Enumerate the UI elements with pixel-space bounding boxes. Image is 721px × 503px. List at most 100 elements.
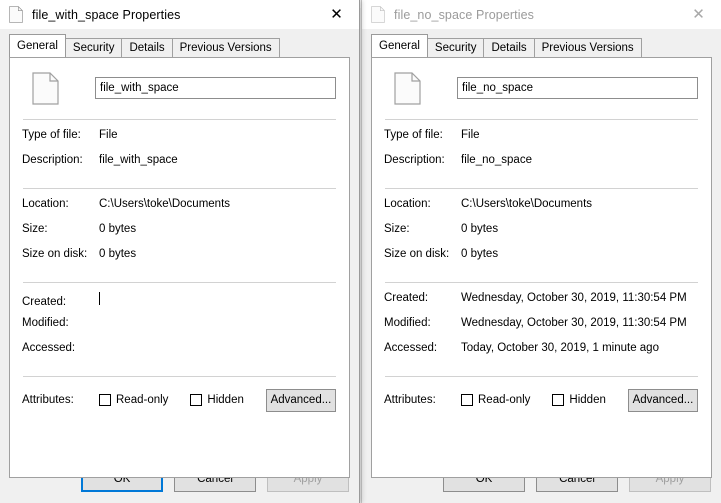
advanced-button[interactable]: Advanced... (265, 388, 336, 412)
tab-previous-versions[interactable]: Previous Versions (171, 38, 280, 57)
info-label: Type of file: (22, 129, 81, 141)
info-value: file_with_space (99, 154, 178, 166)
info-label: Description: (384, 154, 445, 166)
info-row-size-on-disk: Size on disk: 0 bytes (22, 248, 337, 273)
info-group: Created: Modified: Accessed: (22, 283, 337, 367)
properties-window-right: file_no_space Properties ✕ General Security… (361, 0, 721, 503)
properties-window-left: file_with_space Properties ✕ General Securi… (0, 0, 360, 503)
info-label: Location: (22, 198, 69, 210)
info-value: C:\Users\toke\Documents (99, 198, 231, 210)
info-value: Wednesday, October 30, 2019, 11:30:54 PM (461, 292, 687, 304)
checkbox-label: Read-only (478, 394, 531, 406)
info-row-location: Location: C:\Users\toke\Documents (22, 198, 337, 223)
info-label: Modified: (384, 317, 431, 329)
titlebar-right[interactable]: file_no_space Properties ✕ (362, 0, 721, 29)
tab-security[interactable]: Security (426, 38, 485, 57)
info-group: Created: Wednesday, October 30, 2019, 11:… (384, 283, 699, 367)
info-label: Location: (384, 198, 431, 210)
titlebar-left[interactable]: file_with_space Properties ✕ (0, 0, 359, 29)
info-label: Created: (384, 292, 429, 304)
attributes-row-left: Attributes: Read-only Hidden Advanced... (22, 377, 337, 415)
info-row-description: Description: file_with_space (22, 154, 337, 179)
checkbox-label: Read-only (116, 394, 169, 406)
checkbox-label: Hidden (207, 394, 244, 406)
tabstrip-left: General Security Details Previous Versions (9, 34, 359, 57)
info-value: 0 bytes (461, 248, 499, 260)
info-value: file_no_space (461, 154, 532, 166)
checkbox-label: Hidden (569, 394, 606, 406)
close-button[interactable]: ✕ (314, 0, 359, 29)
info-row-type-of-file: Type of file: File (22, 129, 337, 154)
file-header-row: file_no_space (384, 58, 699, 110)
tab-details[interactable]: Details (483, 38, 535, 57)
info-row-modified: Modified: Wednesday, October 30, 2019, 11… (384, 317, 699, 342)
attributes-row-right: Attributes: Read-only Hidden Advanced... (384, 377, 699, 415)
tab-details[interactable]: Details (121, 38, 173, 57)
info-label: Size on disk: (22, 248, 88, 260)
attributes-label: Attributes: (384, 394, 436, 406)
info-group: Type of file: File Description: file_no_spa… (384, 120, 699, 179)
tab-general[interactable]: General (371, 34, 428, 57)
tab-security[interactable]: Security (64, 38, 123, 57)
filename-input[interactable]: file_no_space (457, 77, 698, 99)
general-tab-panel-left: file_with_space Type of file: File Descript… (9, 57, 350, 478)
checkbox-read-only[interactable]: Read-only (461, 394, 530, 406)
info-label: Modified: (22, 317, 69, 329)
info-row-location: Location: C:\Users\toke\Documents (384, 198, 699, 223)
info-value: 0 bytes (461, 223, 499, 235)
text-caret (99, 292, 100, 305)
checkbox-read-only[interactable]: Read-only (99, 394, 168, 406)
window-title: file_with_space Properties (32, 7, 181, 22)
info-row-created: Created: Wednesday, October 30, 2019, 11:… (384, 292, 699, 317)
checkbox-hidden[interactable]: Hidden (552, 394, 606, 406)
file-header-row: file_with_space (22, 58, 337, 110)
info-row-accessed: Accessed: (22, 342, 337, 367)
info-label: Size on disk: (384, 248, 450, 260)
tabstrip-right: General Security Details Previous Versions (371, 34, 721, 57)
info-group: Type of file: File Description: file_with_s… (22, 120, 337, 179)
info-label: Size: (384, 223, 410, 235)
info-value: Today, October 30, 2019, 1 minute ago (461, 342, 659, 354)
checkbox-box[interactable] (552, 394, 565, 406)
tab-general[interactable]: General (9, 34, 66, 57)
info-row-size: Size: 0 bytes (384, 223, 699, 248)
info-row-size-on-disk: Size on disk: 0 bytes (384, 248, 699, 273)
info-label: Description: (22, 154, 83, 166)
info-value: 0 bytes (99, 223, 137, 235)
checkbox-box[interactable] (461, 394, 473, 406)
tab-previous-versions[interactable]: Previous Versions (533, 38, 642, 57)
info-value: Wednesday, October 30, 2019, 11:30:54 PM (461, 317, 687, 329)
info-value: File (461, 129, 480, 141)
info-row-description: Description: file_no_space (384, 154, 699, 179)
filename-input[interactable]: file_with_space (95, 77, 336, 99)
info-value: C:\Users\toke\Documents (461, 198, 593, 210)
info-row-modified: Modified: (22, 317, 337, 342)
info-label: Created: (22, 296, 67, 308)
close-button[interactable]: ✕ (676, 0, 721, 29)
checkbox-hidden[interactable]: Hidden (190, 394, 244, 406)
desktop-background: file_with_space Properties ✕ General Securi… (0, 0, 721, 503)
info-row-accessed: Accessed: Today, October 30, 2019, 1 minu… (384, 342, 699, 367)
info-row-size: Size: 0 bytes (22, 223, 337, 248)
info-label: Accessed: (384, 342, 438, 354)
checkbox-box[interactable] (99, 394, 111, 406)
info-group: Location: C:\Users\toke\Documents Size: 0 b… (384, 189, 699, 273)
general-tab-panel-right: file_no_space Type of file: File Descriptio… (371, 57, 712, 478)
file-icon (9, 6, 23, 23)
close-icon: ✕ (330, 5, 343, 23)
info-label: Type of file: (384, 129, 443, 141)
file-icon (371, 6, 385, 23)
checkbox-box[interactable] (190, 394, 203, 406)
info-label: Size: (22, 223, 48, 235)
info-row-type-of-file: Type of file: File (384, 129, 699, 154)
attributes-label: Attributes: (22, 394, 74, 406)
file-icon (32, 71, 59, 105)
window-title: file_no_space Properties (394, 7, 534, 22)
info-group: Location: C:\Users\toke\Documents Size: 0 b… (22, 189, 337, 273)
info-label: Accessed: (22, 342, 76, 354)
file-icon (394, 71, 421, 105)
advanced-button[interactable]: Advanced... (627, 388, 698, 412)
info-value: 0 bytes (99, 248, 137, 260)
close-icon: ✕ (692, 5, 705, 23)
info-row-created: Created: (22, 292, 337, 317)
